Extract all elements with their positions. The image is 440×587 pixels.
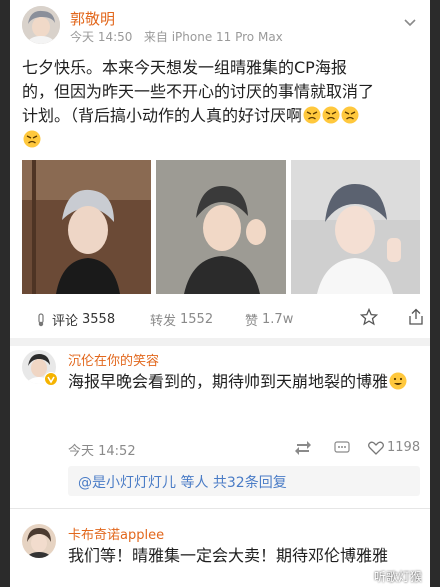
emoji-grin-icon bbox=[389, 372, 407, 390]
comment-icon bbox=[36, 312, 48, 327]
like-button[interactable]: 赞 1.7w bbox=[245, 310, 293, 329]
repost-label: 转发 bbox=[150, 314, 177, 329]
comment-like-button[interactable]: 1198 bbox=[368, 440, 420, 455]
repost-count: 1552 bbox=[180, 312, 214, 327]
comment-count: 3558 bbox=[82, 312, 116, 327]
comment-text: 我们等！晴雅集一定会大卖！期待邓伦博雅雅 bbox=[68, 546, 389, 565]
comment-divider bbox=[10, 508, 430, 509]
post-text-line: 的，但因为昨天一些不开心的讨厌的事情就取消了 bbox=[22, 82, 375, 101]
commenter-avatar[interactable] bbox=[22, 524, 56, 558]
commenter-name[interactable]: 卡布奇诺applee bbox=[68, 524, 164, 543]
emoji-angry-icon bbox=[322, 106, 340, 124]
post-photo[interactable] bbox=[22, 160, 152, 294]
emoji-angry-icon bbox=[303, 106, 321, 124]
post-photo[interactable] bbox=[156, 160, 286, 294]
comment-label: 评论 bbox=[52, 314, 79, 329]
star-icon[interactable] bbox=[360, 308, 378, 326]
comment-text: 海报早晚会看到的，期待帅到天崩地裂的博雅 bbox=[68, 370, 418, 394]
like-count: 1.7w bbox=[262, 312, 294, 327]
like-label: 赞 bbox=[245, 314, 259, 329]
comment-button[interactable]: 评论 3558 bbox=[36, 310, 115, 329]
share-icon[interactable] bbox=[408, 308, 424, 326]
repost-button[interactable]: 转发 1552 bbox=[150, 310, 213, 329]
emoji-angry-icon bbox=[23, 130, 41, 148]
post-action-bar: 评论 3558 转发 1552 赞 1.7w bbox=[22, 304, 423, 334]
comment-like-count: 1198 bbox=[387, 440, 421, 455]
comment-time: 今天 14:52 bbox=[68, 444, 136, 459]
post-meta: 今天 14:50 来自 iPhone 11 Pro Max bbox=[70, 28, 283, 45]
post-text-line: 计划。（背后搞小动作的人真的好讨厌啊 bbox=[22, 104, 420, 128]
post-source: 来自 iPhone 11 Pro Max bbox=[143, 30, 283, 44]
comment-item: 卡布奇诺applee 我们等！晴雅集一定会大卖！期待邓伦博雅雅 bbox=[22, 524, 422, 587]
post-body: 七夕快乐。本来今天想发一组晴雅集的CP海报 的，但因为昨天一些不开心的讨厌的事情… bbox=[22, 56, 420, 152]
post-photo[interactable] bbox=[290, 160, 420, 294]
section-divider bbox=[10, 338, 430, 346]
reply-icon[interactable] bbox=[294, 440, 312, 456]
post-time: 今天 14:50 bbox=[70, 30, 133, 44]
weibo-post-screen: 郭敬明 今天 14:50 来自 iPhone 11 Pro Max 七夕快乐。本… bbox=[10, 0, 430, 587]
post-header: 郭敬明 今天 14:50 来自 iPhone 11 Pro Max bbox=[22, 6, 418, 46]
post-text-line: 七夕快乐。本来今天想发一组晴雅集的CP海报 bbox=[22, 58, 347, 77]
commenter-name[interactable]: 沉伦在你的笑容 bbox=[68, 350, 159, 369]
post-text-line bbox=[22, 128, 420, 152]
heart-icon bbox=[368, 441, 384, 455]
emoji-angry-icon bbox=[341, 106, 359, 124]
comment-more-icon[interactable] bbox=[334, 441, 350, 455]
comment-item: 沉伦在你的笑容 海报早晚会看到的，期待帅到天崩地裂的博雅 今天 14:52 11… bbox=[22, 350, 422, 500]
comment-footer: 今天 14:52 1198 bbox=[68, 440, 420, 460]
watermark: 听歌灯猴 bbox=[373, 570, 422, 584]
chevron-down-icon[interactable] bbox=[402, 14, 418, 30]
post-author-name[interactable]: 郭敬明 bbox=[70, 8, 115, 29]
replies-box[interactable]: @是小灯灯灯儿 等人 共32条回复 bbox=[68, 466, 420, 496]
photo-grid bbox=[22, 160, 420, 294]
author-avatar[interactable] bbox=[22, 6, 60, 44]
vip-badge-icon bbox=[44, 372, 58, 386]
